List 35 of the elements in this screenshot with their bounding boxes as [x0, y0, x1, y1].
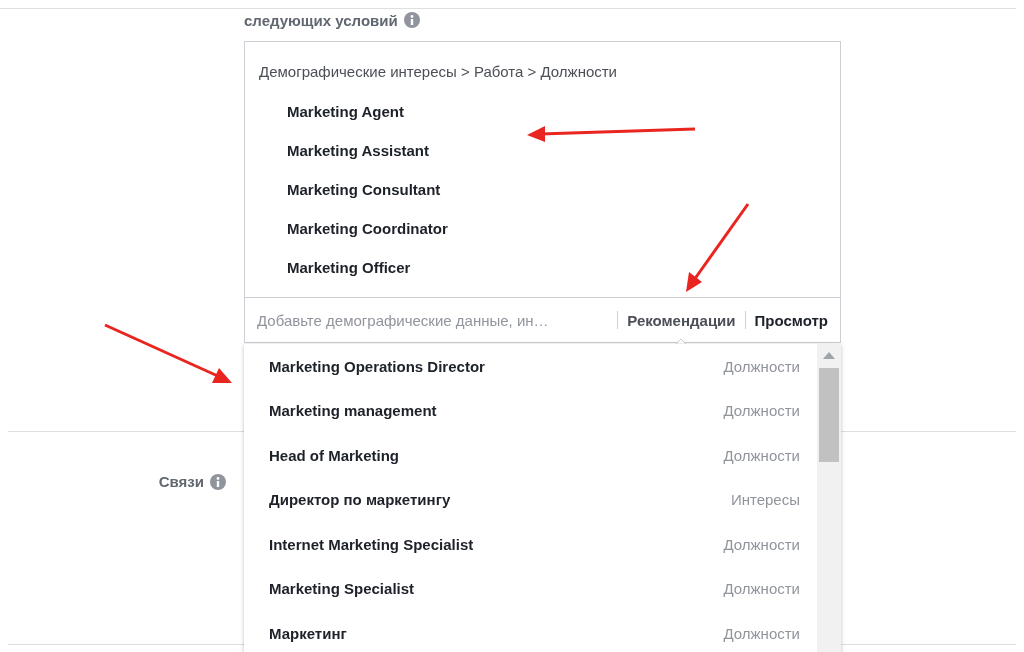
suggestion-category: Должности — [723, 446, 800, 464]
suggestion-category: Должности — [723, 624, 800, 642]
suggestion-category: Интересы — [730, 491, 800, 509]
scroll-up-icon[interactable] — [823, 352, 835, 359]
field-label: Связи — [158, 473, 204, 490]
selected-job-title: Marketing Consultant — [287, 180, 441, 200]
suggestion-category: Должности — [723, 402, 800, 420]
suggestion-item[interactable]: Marketing Operations Director Должности — [244, 344, 817, 389]
scrollbar-thumb[interactable] — [819, 368, 839, 462]
info-icon[interactable] — [210, 473, 226, 490]
info-icon[interactable] — [403, 12, 420, 28]
tab[interactable]: Просмотр — [754, 311, 828, 329]
suggestion-item[interactable]: Internet Marketing Specialist Должности — [244, 522, 817, 567]
search-field[interactable]: Добавьте демографические данные, ин… — [257, 311, 609, 329]
suggestion-item[interactable]: Маркетинг Должности — [244, 611, 817, 652]
suggestion-name: Директор по маркетингу — [269, 491, 451, 509]
suggestion-name: Internet Marketing Specialist — [269, 535, 474, 553]
suggestion-name: Marketing Specialist — [269, 580, 415, 598]
selected-job-title: Marketing Assistant — [287, 141, 429, 161]
suggestion-item[interactable]: Marketing management Должности — [244, 388, 817, 433]
suggestion-name: Маркетинг — [269, 624, 347, 642]
section-heading: следующих условий — [244, 11, 398, 29]
suggestion-item[interactable]: Директор по маркетингу Интересы — [244, 477, 817, 522]
selected-job-title: Marketing Coordinator — [287, 219, 448, 239]
selected-job-title: Marketing Officer — [287, 258, 411, 278]
suggestion-item[interactable]: Head of Marketing Должности — [244, 433, 817, 478]
suggestion-category: Должности — [723, 580, 800, 598]
suggestion-name: Marketing management — [269, 402, 437, 420]
suggestion-category: Должности — [723, 357, 800, 375]
suggestion-item[interactable]: Marketing Specialist Должности — [244, 566, 817, 611]
suggestion-category: Должности — [723, 535, 800, 553]
selected-job-title: Marketing Agent — [287, 102, 404, 122]
breadcrumb: Демографические интересы > Работа > Должности — [258, 62, 618, 82]
suggestion-name: Head of Marketing — [269, 446, 400, 464]
suggestion-name: Marketing Operations Director — [269, 357, 485, 375]
